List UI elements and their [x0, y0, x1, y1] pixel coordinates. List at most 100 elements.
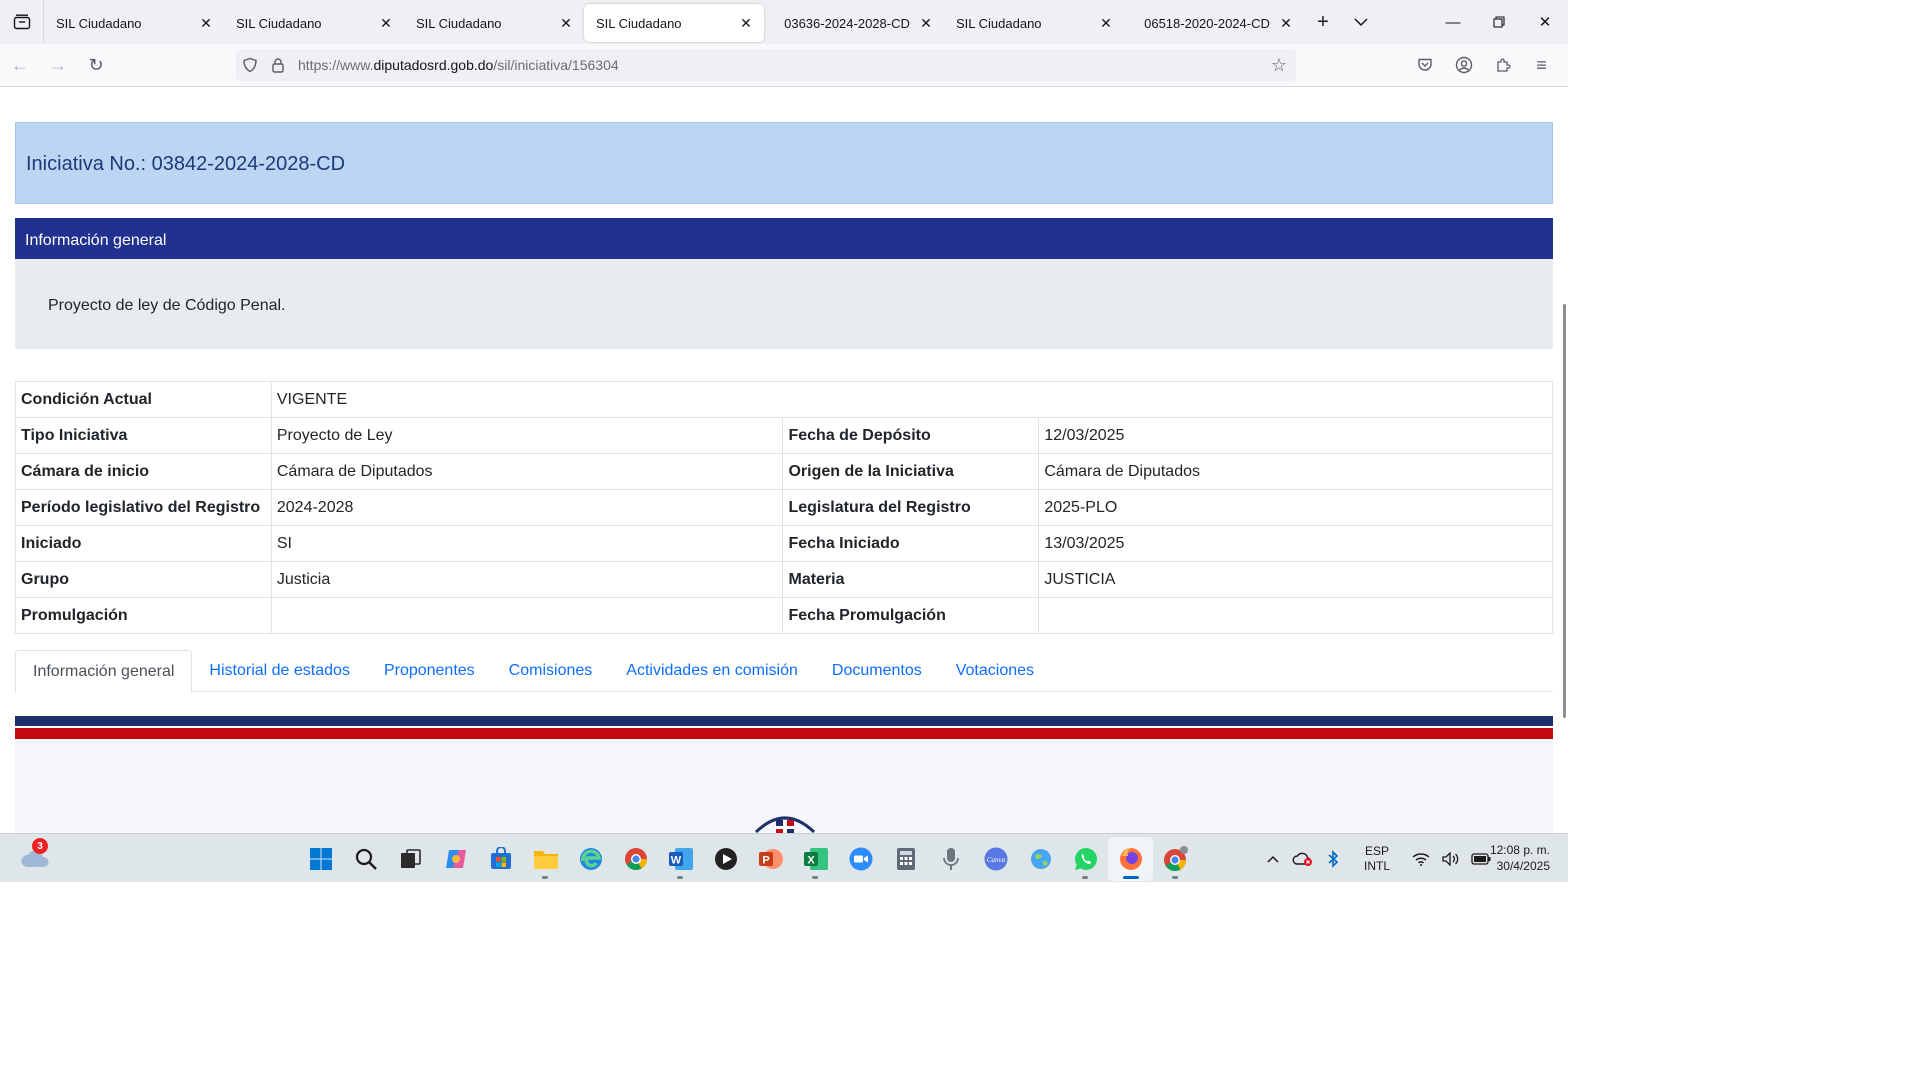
tracking-protection-button[interactable] — [236, 49, 264, 81]
close-window-button[interactable]: ✕ — [1522, 0, 1568, 44]
close-tab-icon[interactable]: ✕ — [198, 15, 214, 31]
detail-value: 12/03/2025 — [1038, 417, 1553, 454]
network-button[interactable] — [1406, 839, 1436, 879]
volume-button[interactable] — [1436, 839, 1466, 879]
browser-tab-5[interactable]: 03636-2024-2028-CD ✕ — [764, 4, 944, 42]
detail-label: Iniciado — [15, 525, 272, 562]
site-security-button[interactable] — [264, 49, 292, 81]
calculator-app[interactable] — [883, 837, 928, 881]
scrollbar-thumb[interactable] — [1563, 304, 1566, 718]
minimize-button[interactable]: — — [1430, 0, 1476, 44]
onedrive-status-button[interactable] — [1288, 839, 1318, 879]
detail-label: Legislatura del Registro — [782, 489, 1040, 526]
tab-proponentes[interactable]: Proponentes — [367, 650, 492, 692]
word-app[interactable]: W — [658, 837, 703, 881]
browser-tab-4-active[interactable]: SIL Ciudadano ✕ — [584, 4, 764, 42]
initiative-summary: Proyecto de ley de Código Penal. — [15, 259, 1553, 349]
initiative-title: Iniciativa No.: 03842-2024-2028-CD — [26, 153, 346, 175]
tab-comisiones[interactable]: Comisiones — [492, 650, 610, 692]
speaker-icon — [1442, 851, 1459, 866]
whatsapp-icon — [1074, 847, 1097, 870]
clock-date: 30/4/2025 — [1496, 859, 1550, 873]
bluetooth-button[interactable] — [1318, 839, 1348, 879]
voice-recorder-app[interactable] — [928, 837, 973, 881]
firefox-app[interactable] — [1108, 836, 1153, 881]
close-tab-icon[interactable]: ✕ — [558, 15, 574, 31]
svg-text:W: W — [670, 854, 681, 866]
bookmark-button[interactable]: ☆ — [1262, 49, 1296, 81]
keyboard-layout: INTL — [1363, 858, 1390, 873]
url-text[interactable]: https://www.diputadosrd.gob.do/sil/inici… — [298, 57, 1262, 73]
star-icon: ☆ — [1270, 54, 1288, 75]
browser-tab-1[interactable]: SIL Ciudadano ✕ — [44, 4, 224, 42]
section-title: Información general — [25, 232, 167, 249]
page-scrollbar[interactable] — [1560, 88, 1568, 833]
microsoft-store-app[interactable] — [478, 837, 523, 881]
file-explorer-app[interactable] — [523, 837, 568, 881]
excel-app[interactable]: X — [793, 837, 838, 881]
browser-tab-6[interactable]: SIL Ciudadano ✕ — [944, 4, 1124, 42]
back-button[interactable]: ← — [2, 49, 38, 81]
close-tab-icon[interactable]: ✕ — [1098, 15, 1114, 31]
chrome-app[interactable] — [613, 837, 658, 881]
maps-app[interactable] — [1018, 837, 1063, 881]
detail-value: Cámara de Diputados — [1038, 453, 1553, 490]
media-player-app[interactable] — [703, 837, 748, 881]
window-controls: — ✕ — [1430, 0, 1568, 44]
tab-title: SIL Ciudadano — [236, 15, 322, 31]
tabs-list: SIL Ciudadano ✕ SIL Ciudadano ✕ SIL Ciud… — [44, 0, 1380, 44]
detail-label: Fecha Promulgación — [782, 597, 1040, 634]
show-hidden-icons-button[interactable] — [1258, 839, 1288, 879]
task-view-button[interactable] — [388, 837, 433, 881]
tab-votaciones[interactable]: Votaciones — [939, 650, 1051, 692]
canva-app[interactable]: Canva — [973, 837, 1018, 881]
reload-button[interactable]: ↻ — [78, 49, 114, 81]
edge-app[interactable] — [568, 837, 613, 881]
browser-tab-3[interactable]: SIL Ciudadano ✕ — [404, 4, 584, 42]
tab-informacion-general[interactable]: Información general — [15, 650, 193, 693]
close-tab-icon[interactable]: ✕ — [738, 15, 754, 31]
taskbar-clock[interactable]: 12:08 p. m. 30/4/2025 — [1490, 842, 1550, 874]
coat-of-arms-logo — [754, 816, 816, 833]
minimize-icon: — — [1445, 13, 1461, 31]
detail-value: Cámara de Diputados — [270, 453, 784, 490]
whatsapp-app[interactable] — [1063, 837, 1108, 881]
browser-tab-7[interactable]: 06518-2020-2024-CD ✕ — [1124, 4, 1304, 42]
close-tab-icon[interactable]: ✕ — [918, 15, 934, 31]
pinned-apps: W P X Canva — [298, 834, 1198, 883]
detail-label: Fecha Iniciado — [782, 525, 1040, 562]
input-language-button[interactable]: ESP INTL — [1352, 844, 1402, 874]
browser-tab-2[interactable]: SIL Ciudadano ✕ — [224, 4, 404, 42]
firefox-view-button[interactable] — [0, 0, 44, 44]
zoom-app[interactable] — [838, 837, 883, 881]
new-tab-button[interactable]: + — [1304, 3, 1342, 41]
tab-documentos[interactable]: Documentos — [815, 650, 939, 692]
account-button[interactable] — [1445, 49, 1482, 81]
powerpoint-app[interactable]: P — [748, 837, 793, 881]
restore-button[interactable] — [1476, 0, 1522, 44]
plus-icon: + — [1317, 10, 1329, 33]
detail-label: Promulgación — [15, 597, 272, 634]
detail-label: Fecha de Depósito — [782, 417, 1040, 454]
pocket-button[interactable] — [1406, 49, 1443, 81]
start-button[interactable] — [298, 837, 343, 881]
detail-value — [1038, 597, 1553, 634]
extensions-button[interactable] — [1484, 49, 1521, 81]
list-all-tabs-button[interactable] — [1342, 3, 1380, 41]
word-icon: W — [668, 847, 693, 870]
tab-actividades-en-comision[interactable]: Actividades en comisión — [609, 650, 815, 692]
forward-button[interactable]: → — [40, 49, 76, 81]
close-tab-icon[interactable]: ✕ — [1278, 15, 1294, 31]
close-tab-icon[interactable]: ✕ — [378, 15, 394, 31]
url-bar[interactable]: https://www.diputadosrd.gob.do/sil/inici… — [236, 49, 1296, 81]
chevron-up-icon — [1267, 855, 1279, 863]
weather-widget[interactable]: 3 — [18, 838, 54, 876]
copilot-app[interactable] — [433, 837, 478, 881]
app-menu-button[interactable]: ≡ — [1523, 49, 1560, 81]
search-button[interactable] — [343, 837, 388, 881]
account-icon — [1455, 56, 1472, 74]
tab-historial-de-estados[interactable]: Historial de estados — [192, 650, 367, 692]
url-path: /sil/iniciativa/156304 — [493, 57, 619, 73]
chrome-profile-app[interactable] — [1153, 837, 1198, 881]
chrome-icon — [1163, 845, 1188, 871]
